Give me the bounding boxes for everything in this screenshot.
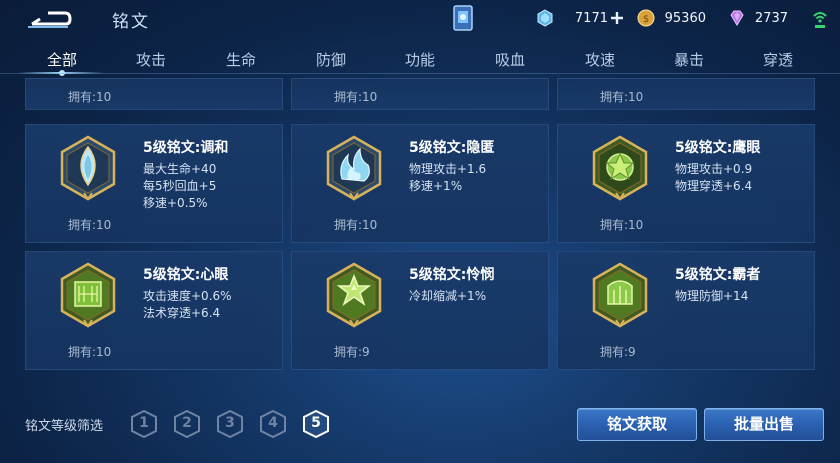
owned-count: 拥有:10 <box>68 90 112 104</box>
gold-count: 95360 <box>664 10 706 26</box>
category-tabs: 全部 攻击 生命 防御 功能 吸血 攻速 暴击 穿透 <box>0 40 840 76</box>
level-filter-3[interactable]: 3 <box>216 409 244 439</box>
rune-stat: 物理穿透+6.4 <box>675 179 753 193</box>
owned-count: 拥有:10 <box>600 90 644 104</box>
gold-currency: $ <box>637 9 655 27</box>
rune-stats: 物理防御+14 <box>675 288 748 305</box>
stealth-rune-icon <box>326 135 382 201</box>
bulk-sell-button[interactable]: 批量出售 <box>704 408 824 441</box>
rune-card[interactable]: 5级铭文:隐匿 物理攻击+1.6 移速+1% 拥有:10 <box>291 124 549 243</box>
owned-count: 拥有:10 <box>600 218 644 232</box>
rune-card[interactable]: 5级铭文:调和 最大生命+40 每5秒回血+5 移速+0.5% 拥有:10 <box>25 124 283 243</box>
rune-card-icon[interactable] <box>452 4 474 32</box>
tab-lifesteal[interactable]: 吸血 <box>495 49 525 70</box>
rune-stat: 物理防御+14 <box>675 289 749 303</box>
rune-stat: 冷却缩减+1% <box>409 289 487 303</box>
gem-count: 7171 <box>574 10 608 26</box>
rune-stat: 物理攻击+0.9 <box>675 162 753 176</box>
overlord-rune-icon <box>592 262 648 328</box>
gold-coin-icon: $ <box>637 9 655 27</box>
owned-count: 拥有:10 <box>68 218 112 232</box>
rune-stats: 攻击速度+0.6% 法术穿透+6.4 <box>143 288 232 322</box>
plus-icon[interactable] <box>609 10 625 26</box>
level-filter-4[interactable]: 4 <box>259 409 287 439</box>
rune-card[interactable]: 5级铭文:怜悯 冷却缩减+1% 拥有:9 <box>291 251 549 370</box>
rune-name: 5级铭文:霸者 <box>675 267 761 283</box>
mind-eye-rune-icon <box>60 262 116 328</box>
rune-stats: 冷却缩减+1% <box>409 288 486 305</box>
rune-name: 5级铭文:调和 <box>143 140 229 156</box>
gem-crystal-icon <box>537 9 553 27</box>
mercy-rune-icon <box>326 262 382 328</box>
level-number: 1 <box>139 415 149 431</box>
eagle-eye-rune-icon <box>592 135 648 201</box>
rune-name: 5级铭文:怜悯 <box>409 267 495 283</box>
rune-stat: 物理攻击+1.6 <box>409 162 487 176</box>
diamond-count: 2737 <box>754 10 788 26</box>
owned-count: 拥有:10 <box>334 218 378 232</box>
rune-grid[interactable]: 拥有:10 拥有:10 拥有:10 5级铭文:调和 最大生命+40 每5秒回血+… <box>25 78 825 375</box>
rune-stats: 物理攻击+1.6 移速+1% <box>409 161 486 195</box>
rune-card-partial[interactable]: 拥有:10 <box>291 78 549 110</box>
rune-name: 5级铭文:心眼 <box>143 267 229 283</box>
tab-crit[interactable]: 暴击 <box>674 49 704 70</box>
rune-stat: 移速+0.5% <box>143 196 208 210</box>
level-filter-label: 铭文等级筛选 <box>25 419 104 434</box>
gem-currency <box>536 9 554 27</box>
rune-acquire-button[interactable]: 铭文获取 <box>577 408 697 441</box>
owned-count: 拥有:10 <box>334 90 378 104</box>
top-bar: 铭文 7171 $ 95360 2737 <box>0 0 840 38</box>
tab-attack-speed[interactable]: 攻速 <box>585 49 615 70</box>
owned-count: 拥有:9 <box>600 345 636 359</box>
back-arrow-icon[interactable] <box>26 7 72 29</box>
wifi-signal-icon <box>813 12 827 28</box>
rune-stats: 物理攻击+0.9 物理穿透+6.4 <box>675 161 752 195</box>
page-title: 铭文 <box>112 12 150 32</box>
level-filter-5[interactable]: 5 <box>302 409 330 439</box>
rune-card[interactable]: 5级铭文:鹰眼 物理攻击+0.9 物理穿透+6.4 拥有:10 <box>557 124 815 243</box>
tab-defense[interactable]: 防御 <box>316 49 346 70</box>
tab-health[interactable]: 生命 <box>226 49 256 70</box>
rune-stat: 移速+1% <box>409 179 463 193</box>
rune-card[interactable]: 5级铭文:霸者 物理防御+14 拥有:9 <box>557 251 815 370</box>
owned-count: 拥有:9 <box>334 345 370 359</box>
rune-stats: 最大生命+40 每5秒回血+5 移速+0.5% <box>143 161 216 212</box>
rune-card-partial[interactable]: 拥有:10 <box>25 78 283 110</box>
level-number: 5 <box>311 415 321 431</box>
diamond-currency <box>728 9 746 27</box>
rune-name: 5级铭文:鹰眼 <box>675 140 761 156</box>
svg-text:$: $ <box>643 14 649 25</box>
rune-card[interactable]: 5级铭文:心眼 攻击速度+0.6% 法术穿透+6.4 拥有:10 <box>25 251 283 370</box>
level-filter-2[interactable]: 2 <box>173 409 201 439</box>
add-gem-button[interactable] <box>609 9 625 27</box>
tab-divider <box>0 73 840 74</box>
tab-penetration[interactable]: 穿透 <box>763 49 793 70</box>
tab-attack[interactable]: 攻击 <box>136 49 166 70</box>
level-number: 3 <box>225 415 235 431</box>
tab-all[interactable]: 全部 <box>47 49 77 70</box>
rune-stat: 最大生命+40 <box>143 162 217 176</box>
rune-stat: 每5秒回血+5 <box>143 179 217 193</box>
rune-stat: 法术穿透+6.4 <box>143 306 221 320</box>
rune-card-partial[interactable]: 拥有:10 <box>557 78 815 110</box>
tab-utility[interactable]: 功能 <box>405 49 435 70</box>
rune-stat: 攻击速度+0.6% <box>143 289 232 303</box>
owned-count: 拥有:10 <box>68 345 112 359</box>
diamond-icon <box>730 10 744 26</box>
harmony-rune-icon <box>60 135 116 201</box>
level-filter-1[interactable]: 1 <box>130 409 158 439</box>
rune-name: 5级铭文:隐匿 <box>409 140 495 156</box>
level-number: 4 <box>268 415 278 431</box>
level-number: 2 <box>182 415 192 431</box>
